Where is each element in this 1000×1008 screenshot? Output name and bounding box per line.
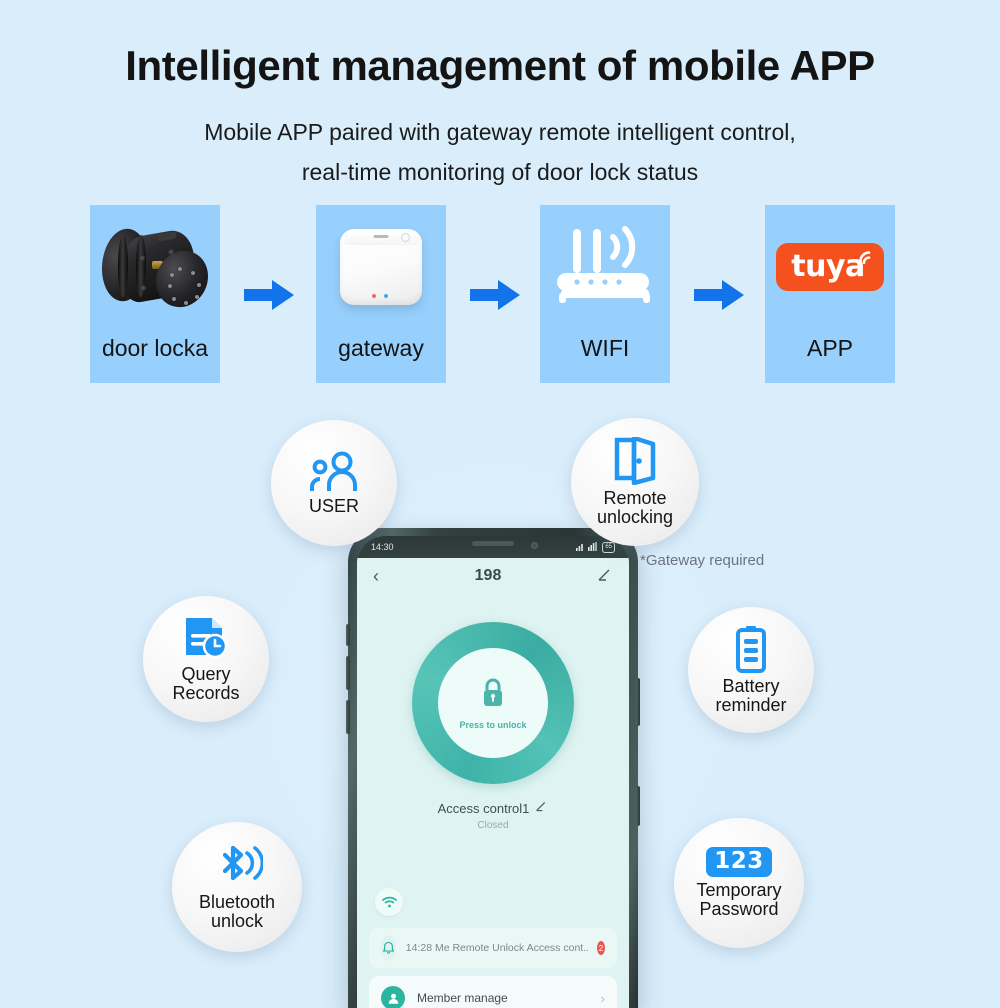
phone-mockup: 14:30 65 ‹ 198 Press to unlock Access co…	[346, 528, 640, 1008]
device-name: Access control1	[437, 800, 530, 816]
member-manage-row[interactable]: Member manage ›	[369, 976, 617, 1008]
page-title: Intelligent management of mobile APP	[125, 42, 875, 89]
flow-arrow-3	[694, 278, 744, 312]
pencil-icon[interactable]	[535, 800, 548, 816]
bell-icon	[381, 935, 396, 961]
feature-label: USER	[308, 495, 359, 516]
flow-arrow-1	[244, 278, 294, 312]
bluetooth-signal-icon	[211, 843, 263, 889]
feature-bubble-user[interactable]: USER	[271, 420, 397, 546]
numeric-123-icon: 123	[706, 847, 772, 878]
flow-arrow-2	[470, 278, 520, 312]
flow-step-wifi: WIFI	[540, 205, 670, 383]
status-time: 14:30	[371, 542, 394, 552]
front-camera	[531, 542, 539, 549]
subtitle-line-1: Mobile APP paired with gateway remote in…	[204, 119, 796, 145]
status-badge: 2	[597, 941, 605, 955]
press-to-unlock-label: Press to unlock	[459, 719, 527, 730]
phone-screen: 14:30 65 ‹ 198 Press to unlock Access co…	[357, 536, 629, 1008]
feature-bubble-battery-reminder[interactable]: Battery reminder	[688, 607, 814, 733]
router-icon	[540, 205, 670, 336]
flow-step-app: tuya APP	[765, 205, 895, 383]
app-bar-title: 198	[474, 567, 502, 584]
battery-icon	[734, 625, 768, 674]
flow-step-label: gateway	[338, 334, 424, 361]
flow-step-label: WIFI	[580, 334, 630, 361]
feature-bubble-remote-unlocking[interactable]: Remote unlocking	[571, 418, 699, 546]
member-manage-label: Member manage	[417, 991, 508, 1005]
feature-label: Battery reminder	[715, 676, 787, 715]
feature-label: Bluetooth unlock	[198, 892, 276, 931]
chevron-left-icon[interactable]: ‹	[373, 567, 379, 585]
open-door-icon	[613, 437, 657, 486]
lock-control-card: Press to unlock Access control1 Closed	[357, 622, 629, 831]
flow-step-door-lock: door locka	[90, 205, 220, 383]
gateway-required-note: *Gateway required	[640, 552, 765, 569]
tuya-logo: tuya	[765, 205, 895, 336]
chevron-right-icon: ›	[600, 990, 605, 1006]
feature-label: Query Records	[172, 664, 240, 703]
subtitle-line-2: real-time monitoring of door lock status	[301, 159, 699, 185]
poster-canvas: Intelligent management of mobile APP Mob…	[0, 0, 1000, 1008]
network-bars-icon	[588, 541, 599, 553]
battery-indicator: 65	[602, 541, 615, 553]
person-icon	[381, 986, 405, 1008]
feature-label: Remote unlocking	[596, 488, 674, 527]
notification-row[interactable]: 14:28 Me Remote Unlock Access cont.. 2	[369, 928, 617, 968]
device-state: Closed	[477, 820, 509, 831]
numeric-chip-label: 123	[706, 847, 772, 878]
feature-bubble-query-records[interactable]: Query Records	[143, 596, 269, 722]
document-clock-icon	[182, 615, 230, 661]
padlock-closed-icon	[479, 677, 507, 714]
users-icon	[308, 451, 360, 493]
earpiece-speaker	[472, 541, 514, 546]
cellular-bars-icon	[576, 542, 585, 553]
pencil-icon[interactable]	[597, 567, 613, 586]
page-subtitle: Mobile APP paired with gateway remote in…	[0, 112, 1000, 192]
app-bar: ‹ 198	[357, 558, 629, 594]
feature-bubble-temporary-password[interactable]: 123 Temporary Password	[674, 818, 804, 948]
wifi-icon[interactable]	[375, 888, 403, 916]
flow-step-gateway: gateway	[316, 205, 446, 383]
flow-step-label: APP	[806, 334, 854, 361]
door-lock-photo	[90, 205, 220, 336]
gateway-device	[316, 205, 446, 336]
unlock-button[interactable]: Press to unlock	[412, 622, 574, 784]
device-name-row: Access control1	[438, 800, 549, 816]
status-bar: 14:30 65	[357, 536, 629, 558]
feature-label: Temporary Password	[696, 880, 782, 919]
flow-step-label: door locka	[101, 334, 209, 361]
feature-bubble-bluetooth-unlock[interactable]: Bluetooth unlock	[172, 822, 302, 952]
notification-text: 14:28 Me Remote Unlock Access cont..	[405, 942, 590, 954]
